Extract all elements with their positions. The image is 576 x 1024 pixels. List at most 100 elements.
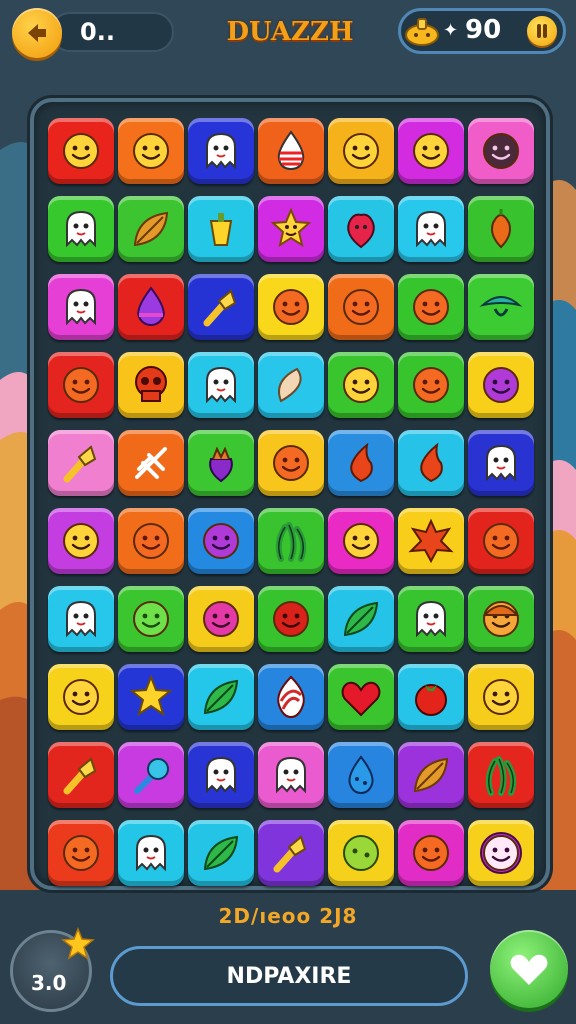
tile[interactable] xyxy=(258,586,324,652)
coins-display: ✦ 90 xyxy=(398,8,566,54)
tile[interactable] xyxy=(468,742,534,808)
tile[interactable] xyxy=(468,586,534,652)
tile[interactable] xyxy=(188,118,254,184)
tile[interactable] xyxy=(468,352,534,418)
tile[interactable] xyxy=(48,274,114,340)
tile[interactable] xyxy=(118,274,184,340)
tomato-icon xyxy=(415,684,447,716)
tile[interactable] xyxy=(258,820,324,886)
tile[interactable] xyxy=(48,664,114,730)
tile[interactable] xyxy=(468,508,534,574)
tile[interactable] xyxy=(468,196,534,262)
lamp-gem-icon xyxy=(405,18,439,46)
tile[interactable] xyxy=(188,430,254,496)
torch-icon xyxy=(63,445,97,483)
smile-icon xyxy=(483,679,519,715)
tile[interactable] xyxy=(258,352,324,418)
tile[interactable] xyxy=(118,352,184,418)
tile[interactable] xyxy=(258,664,324,730)
tile[interactable] xyxy=(398,274,464,340)
tile[interactable] xyxy=(48,508,114,574)
tile[interactable] xyxy=(398,118,464,184)
heart-button[interactable] xyxy=(490,930,568,1008)
tile[interactable] xyxy=(188,820,254,886)
leaf-green-icon xyxy=(343,601,379,637)
tile[interactable] xyxy=(258,742,324,808)
smile-icon xyxy=(63,679,99,715)
tile[interactable] xyxy=(48,430,114,496)
carrot-icon xyxy=(491,209,511,249)
tile[interactable] xyxy=(188,274,254,340)
tile[interactable] xyxy=(398,352,464,418)
tile[interactable] xyxy=(328,118,394,184)
pepper-icon xyxy=(209,213,233,246)
tile[interactable] xyxy=(48,586,114,652)
tile[interactable] xyxy=(258,508,324,574)
torch-icon xyxy=(63,757,97,795)
orange-face-icon xyxy=(63,835,99,871)
tile[interactable] xyxy=(188,196,254,262)
tile[interactable] xyxy=(48,352,114,418)
orange-face-icon xyxy=(273,289,309,325)
tile[interactable] xyxy=(328,820,394,886)
tile[interactable] xyxy=(328,586,394,652)
tile[interactable] xyxy=(188,508,254,574)
leaf-green-icon xyxy=(203,835,239,871)
tile[interactable] xyxy=(118,664,184,730)
smile-icon xyxy=(343,523,379,559)
pause-button[interactable] xyxy=(527,16,557,46)
tile[interactable] xyxy=(468,274,534,340)
heart-icon xyxy=(341,681,381,717)
tile[interactable] xyxy=(398,430,464,496)
tile[interactable] xyxy=(398,742,464,808)
tile[interactable] xyxy=(468,664,534,730)
tile[interactable] xyxy=(118,196,184,262)
tile[interactable] xyxy=(328,664,394,730)
ghost-icon xyxy=(66,288,96,326)
tile[interactable] xyxy=(328,352,394,418)
tile[interactable] xyxy=(188,586,254,652)
leaf-icon xyxy=(133,211,169,247)
tile[interactable] xyxy=(328,430,394,496)
torch-icon xyxy=(273,835,307,873)
back-button[interactable] xyxy=(12,8,62,58)
tile[interactable] xyxy=(398,508,464,574)
tile[interactable] xyxy=(188,742,254,808)
skeleton-icon xyxy=(135,447,167,479)
orange-face-icon xyxy=(63,367,99,403)
tile[interactable] xyxy=(468,820,534,886)
tile[interactable] xyxy=(48,820,114,886)
tile[interactable] xyxy=(328,508,394,574)
tile[interactable] xyxy=(468,118,534,184)
orange-face-icon xyxy=(413,289,449,325)
tile[interactable] xyxy=(258,274,324,340)
tile[interactable] xyxy=(118,820,184,886)
tile[interactable] xyxy=(118,586,184,652)
tile[interactable] xyxy=(398,820,464,886)
tile[interactable] xyxy=(398,586,464,652)
tile[interactable] xyxy=(118,742,184,808)
tile[interactable] xyxy=(398,664,464,730)
tile[interactable] xyxy=(48,742,114,808)
bowl-icon xyxy=(479,296,523,317)
smile-icon xyxy=(413,133,449,169)
tile[interactable] xyxy=(328,196,394,262)
tile[interactable] xyxy=(188,664,254,730)
tile[interactable] xyxy=(48,196,114,262)
blue-drop-icon xyxy=(348,755,374,795)
tile[interactable] xyxy=(468,430,534,496)
tile[interactable] xyxy=(328,742,394,808)
tile[interactable] xyxy=(118,118,184,184)
tile[interactable] xyxy=(398,196,464,262)
tile[interactable] xyxy=(258,430,324,496)
tile[interactable] xyxy=(258,118,324,184)
tile[interactable] xyxy=(118,508,184,574)
tile[interactable] xyxy=(188,352,254,418)
action-button[interactable]: NDPAXIRE xyxy=(110,946,468,1006)
tile[interactable] xyxy=(328,274,394,340)
tile[interactable] xyxy=(258,196,324,262)
tile[interactable] xyxy=(118,430,184,496)
level-button[interactable]: 3.0 xyxy=(10,927,95,1012)
tile[interactable] xyxy=(48,118,114,184)
ghost-icon xyxy=(206,366,236,404)
